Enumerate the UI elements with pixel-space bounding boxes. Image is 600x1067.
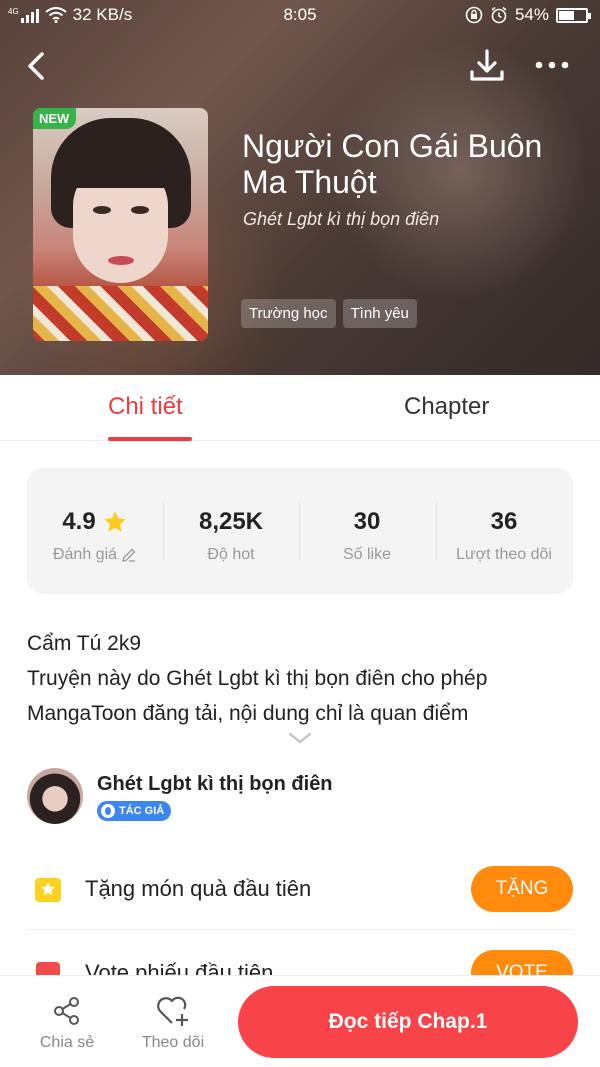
description-line-1: Cẩm Tú 2k9 bbox=[27, 632, 141, 655]
comic-author-subtitle: Ghét Lgbt kì thị bọn điên bbox=[243, 209, 440, 229]
comic-description: Cẩm Tú 2k9 Truyện này do Ghét Lgbt kì th… bbox=[27, 626, 577, 731]
download-button[interactable] bbox=[468, 46, 506, 86]
likes-label: Số like bbox=[342, 546, 392, 563]
hotness-value: 8,25K bbox=[198, 508, 264, 535]
stat-likes: 30 Số like bbox=[299, 508, 435, 564]
gift-text: Tặng món quà đầu tiên bbox=[85, 876, 312, 901]
share-label: Chia sẻ bbox=[39, 1034, 95, 1051]
gift-row: Tặng món quà đầu tiên TẶNG bbox=[27, 850, 573, 930]
back-arrow-icon bbox=[28, 52, 44, 80]
header-hero: 4G 32 KB/s 8:05 54% NEW Người Con Gái Bu… bbox=[0, 0, 600, 375]
gift-button[interactable]: TẶNG bbox=[471, 866, 573, 912]
battery-icon bbox=[556, 7, 591, 23]
comic-title: Người Con Gái Buôn Ma Thuột bbox=[242, 128, 543, 200]
author-badge-label: TÁC GIẢ bbox=[119, 805, 165, 817]
bottom-action-bar: Chia sẻ Theo dõi Đọc tiếp Chap.1 bbox=[0, 975, 600, 1067]
tag-romance[interactable]: Tình yêu bbox=[342, 299, 417, 328]
battery-percent: 54% bbox=[514, 5, 549, 24]
genre-tags: Trường học Tình yêu bbox=[241, 299, 417, 328]
status-right: 54% bbox=[465, 5, 591, 25]
author-badge-icon bbox=[101, 804, 115, 818]
followers-label: Lượt theo dõi bbox=[456, 546, 552, 563]
more-options-button[interactable] bbox=[532, 50, 572, 80]
battery-level bbox=[559, 10, 575, 20]
tag-school[interactable]: Trường học bbox=[241, 299, 336, 328]
detail-tabs: Chi tiết Chapter bbox=[0, 375, 600, 441]
share-button[interactable]: Chia sẻ bbox=[27, 994, 107, 1052]
continue-reading-button[interactable]: Đọc tiếp Chap.1 bbox=[238, 986, 578, 1058]
cover-art-eye bbox=[131, 206, 149, 214]
cover-art-shirt bbox=[33, 286, 208, 341]
author-avatar[interactable] bbox=[27, 768, 83, 824]
cover-art-bangs bbox=[69, 148, 172, 188]
tab-details[interactable]: Chi tiết bbox=[108, 393, 183, 421]
expand-description-button[interactable] bbox=[286, 729, 314, 747]
rating-value: 4.9 bbox=[62, 508, 96, 535]
author-name: Ghét Lgbt kì thị bọn điên bbox=[97, 773, 333, 795]
active-tab-indicator bbox=[108, 437, 192, 441]
edit-pencil-icon bbox=[122, 548, 136, 562]
share-icon bbox=[54, 997, 79, 1025]
likes-value: 30 bbox=[353, 508, 381, 535]
chevron-down-icon bbox=[288, 732, 312, 744]
description-line-2: Truyện này do Ghét Lgbt kì thị bọn điên … bbox=[27, 667, 488, 725]
stat-followers: 36 Lượt theo dõi bbox=[436, 508, 572, 564]
cover-art-eye bbox=[93, 206, 111, 214]
more-dots-icon bbox=[535, 61, 569, 69]
tab-chapter[interactable]: Chapter bbox=[404, 393, 489, 421]
gift-icon bbox=[35, 878, 61, 902]
star-icon bbox=[103, 511, 126, 532]
author-badge: TÁC GIẢ bbox=[97, 801, 172, 821]
download-icon bbox=[470, 49, 504, 81]
status-bar: 4G 32 KB/s 8:05 54% bbox=[0, 0, 600, 32]
follow-button[interactable]: Theo dõi bbox=[133, 994, 213, 1052]
alarm-icon bbox=[491, 6, 507, 24]
stat-rating[interactable]: 4.9 Đánh giá bbox=[27, 508, 163, 564]
back-button[interactable] bbox=[22, 46, 52, 86]
author-row[interactable]: Ghét Lgbt kì thị bọn điên TÁC GIẢ bbox=[27, 768, 573, 828]
followers-value: 36 bbox=[490, 508, 518, 535]
hotness-label: Độ hot bbox=[207, 546, 255, 563]
follow-label: Theo dõi bbox=[141, 1034, 205, 1051]
stat-hotness: 8,25K Độ hot bbox=[163, 508, 299, 564]
new-badge: NEW bbox=[33, 108, 77, 129]
stats-card: 4.9 Đánh giá 8,25K Độ hot 30 Số like 36 … bbox=[27, 468, 573, 594]
comic-cover-image: NEW bbox=[33, 108, 208, 341]
cover-art-lips bbox=[108, 256, 134, 265]
rating-label: Đánh giá bbox=[52, 546, 118, 563]
rotation-lock-icon bbox=[465, 6, 483, 24]
heart-plus-icon bbox=[157, 996, 188, 1026]
